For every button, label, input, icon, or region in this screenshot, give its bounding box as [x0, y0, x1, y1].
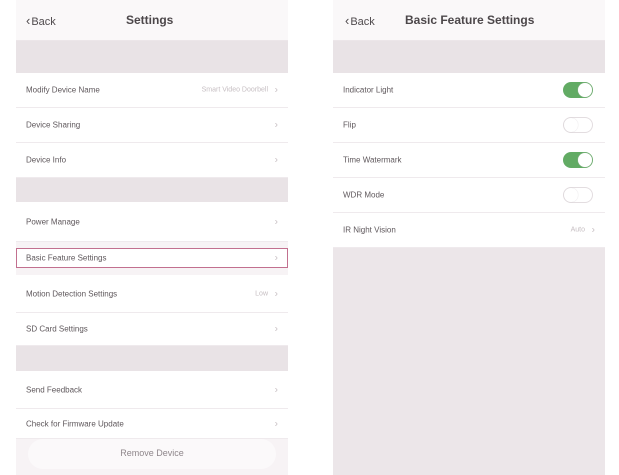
row-send-feedback[interactable]: Send Feedback › [16, 371, 288, 409]
section-spacer [16, 178, 288, 202]
back-button[interactable]: ‹Back [345, 13, 375, 28]
basic-feature-settings-panel: ‹Back Basic Feature Settings Indicator L… [333, 0, 605, 475]
row-flip: Flip [333, 108, 605, 143]
row-power-manage[interactable]: Power Manage › [16, 202, 288, 242]
row-indicator-light: Indicator Light [333, 73, 605, 108]
basic-feature-nav-bar: ‹Back Basic Feature Settings [333, 0, 605, 41]
chevron-right-icon: › [274, 288, 278, 299]
row-basic-feature-settings[interactable]: Basic Feature Settings › [16, 248, 288, 268]
time-watermark-toggle[interactable] [563, 152, 593, 168]
flip-toggle[interactable] [563, 117, 593, 133]
row-sd-card-settings[interactable]: SD Card Settings › [16, 313, 288, 346]
back-button[interactable]: ‹Back [26, 13, 56, 28]
toggle-knob [564, 188, 578, 202]
row-ir-night-vision[interactable]: IR Night Vision Auto › [333, 213, 605, 248]
row-modify-device-name[interactable]: Modify Device Name Smart Video Doorbell … [16, 73, 288, 108]
row-device-sharing[interactable]: Device Sharing › [16, 108, 288, 143]
chevron-right-icon: › [274, 323, 278, 335]
toggle-knob [578, 153, 592, 167]
settings-panel: ‹Back Settings Modify Device Name Smart … [16, 0, 288, 475]
settings-nav-bar: ‹Back Settings [16, 0, 288, 41]
section-spacer [16, 41, 288, 73]
page-title: Settings [126, 13, 174, 27]
indicator-light-toggle[interactable] [563, 82, 593, 98]
row-time-watermark: Time Watermark [333, 143, 605, 178]
row-firmware-update[interactable]: Check for Firmware Update › [16, 409, 288, 439]
row-device-info[interactable]: Device Info › [16, 143, 288, 178]
chevron-right-icon: › [274, 84, 278, 96]
chevron-right-icon: › [274, 418, 278, 429]
chevron-right-icon: › [274, 384, 278, 395]
chevron-left-icon: ‹ [345, 13, 350, 28]
row-wdr-mode: WDR Mode [333, 178, 605, 213]
row-motion-detection-settings[interactable]: Motion Detection Settings Low › [16, 275, 288, 313]
toggle-knob [578, 83, 592, 97]
chevron-right-icon: › [274, 154, 278, 166]
chevron-right-icon: › [274, 252, 278, 263]
chevron-right-icon: › [274, 216, 278, 227]
chevron-left-icon: ‹ [26, 13, 31, 28]
chevron-right-icon: › [591, 224, 595, 236]
empty-background [333, 248, 605, 475]
chevron-right-icon: › [274, 119, 278, 131]
wdr-mode-toggle[interactable] [563, 187, 593, 203]
section-spacer [16, 346, 288, 371]
page-title: Basic Feature Settings [405, 13, 535, 27]
remove-device-button[interactable]: Remove Device [28, 439, 276, 469]
section-spacer [333, 41, 605, 73]
toggle-knob [564, 118, 578, 132]
